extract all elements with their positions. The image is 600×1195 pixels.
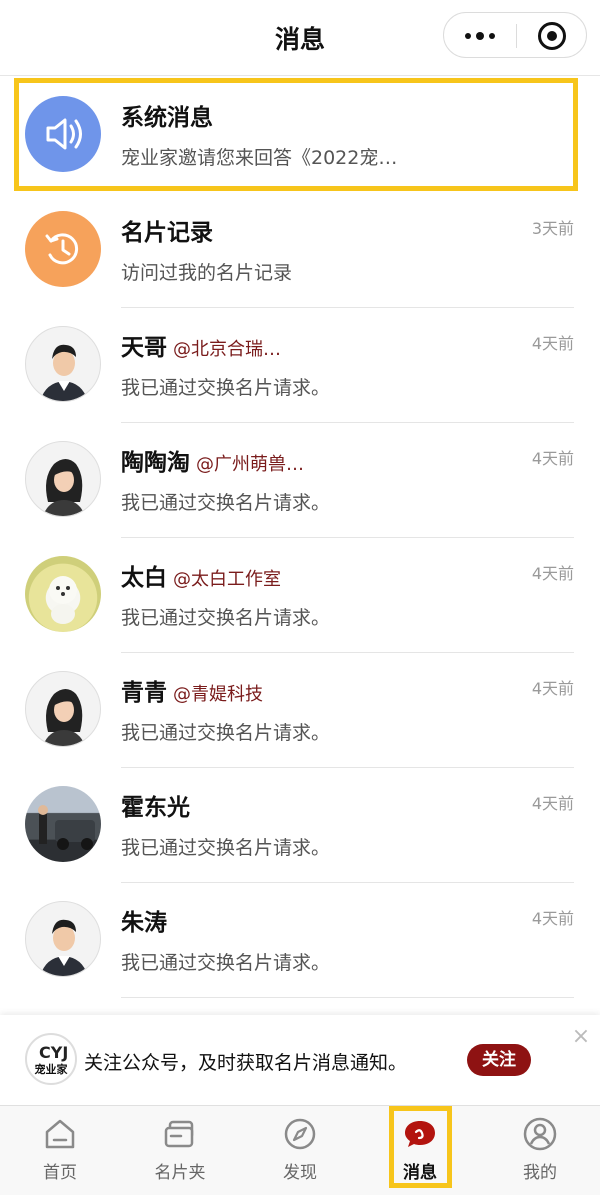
logo-mark: CYJ bbox=[39, 1043, 69, 1062]
message-time: 4天前 bbox=[531, 449, 574, 468]
message-preview: 我已通过交换名片请求。 bbox=[121, 952, 331, 974]
message-preview: 宠业家邀请您来回答《2022宠… bbox=[121, 147, 398, 169]
message-time: 4天前 bbox=[531, 334, 574, 353]
bottom-tab-bar: 首页 名片夹 发现 消息 我的 bbox=[0, 1105, 600, 1195]
man-avatar bbox=[25, 901, 101, 977]
tab-messages[interactable]: 消息 bbox=[360, 1106, 480, 1195]
message-preview: 访问过我的名片记录 bbox=[121, 262, 293, 284]
message-time: 4天前 bbox=[531, 564, 574, 583]
message-row[interactable]: 青青 @青媞科技 我已通过交换名片请求。 4天前 bbox=[0, 653, 600, 768]
dog-photo-avatar bbox=[25, 556, 101, 632]
message-time: 3天前 bbox=[531, 219, 574, 238]
chat-bubble-icon bbox=[405, 1121, 435, 1147]
tab-label: 名片夹 bbox=[154, 1163, 206, 1183]
message-row-system[interactable]: 系统消息 宠业家邀请您来回答《2022宠… bbox=[0, 78, 600, 193]
company-tag: @广州萌兽… bbox=[196, 454, 304, 475]
woman-avatar bbox=[25, 441, 101, 517]
more-dot-icon bbox=[476, 32, 484, 40]
system-avatar bbox=[25, 96, 101, 172]
message-preview: 我已通过交换名片请求。 bbox=[121, 377, 331, 399]
speaker-icon bbox=[46, 118, 82, 150]
compass-icon bbox=[284, 1118, 316, 1150]
man-illustration-icon bbox=[40, 919, 88, 976]
message-name: 朱涛 bbox=[121, 910, 167, 936]
row-divider bbox=[121, 997, 574, 998]
message-preview: 我已通过交换名片请求。 bbox=[121, 492, 331, 514]
tab-label: 消息 bbox=[403, 1163, 437, 1183]
message-preview: 我已通过交换名片请求。 bbox=[121, 607, 331, 629]
message-time: 4天前 bbox=[531, 909, 574, 928]
woman-avatar bbox=[25, 671, 101, 747]
message-name: 系统消息 bbox=[121, 105, 213, 131]
message-preview: 我已通过交换名片请求。 bbox=[121, 837, 331, 859]
follow-button[interactable]: 关注 bbox=[467, 1044, 531, 1076]
capsule-divider bbox=[516, 24, 517, 48]
man-illustration-icon bbox=[40, 344, 88, 401]
car-photo-avatar bbox=[25, 786, 101, 862]
tab-card-holder[interactable]: 名片夹 bbox=[120, 1106, 240, 1195]
company-tag: @北京合瑞… bbox=[173, 339, 281, 360]
tab-label: 首页 bbox=[43, 1163, 77, 1183]
man-avatar bbox=[25, 326, 101, 402]
message-time: 4天前 bbox=[531, 679, 574, 698]
message-name: 名片记录 bbox=[121, 220, 213, 246]
more-options-button[interactable] bbox=[444, 13, 516, 59]
message-row[interactable]: 天哥 @北京合瑞… 我已通过交换名片请求。 4天前 bbox=[0, 308, 600, 423]
message-preview: 我已通过交换名片请求。 bbox=[121, 722, 331, 744]
close-icon[interactable]: × bbox=[570, 1026, 592, 1048]
logo-text: 宠业家 bbox=[34, 1063, 68, 1076]
message-row-card-record[interactable]: 名片记录 访问过我的名片记录 3天前 bbox=[0, 193, 600, 308]
tab-label: 发现 bbox=[283, 1163, 317, 1183]
brand-logo: CYJ 宠业家 bbox=[25, 1033, 77, 1085]
close-miniprogram-icon[interactable] bbox=[538, 22, 566, 50]
tab-profile[interactable]: 我的 bbox=[480, 1106, 600, 1195]
message-name: 青青 @青媞科技 bbox=[121, 680, 263, 706]
message-row[interactable]: 太白 @太白工作室 我已通过交换名片请求。 4天前 bbox=[0, 538, 600, 653]
woman-illustration-icon bbox=[42, 689, 86, 746]
tab-label: 我的 bbox=[523, 1163, 557, 1183]
message-name: 霍东光 bbox=[121, 795, 190, 821]
more-dot-icon bbox=[465, 33, 471, 39]
follow-account-banner: CYJ 宠业家 关注公众号，及时获取名片消息通知。 关注 × bbox=[0, 1015, 600, 1105]
car-icon bbox=[38, 805, 95, 850]
message-name: 天哥 @北京合瑞… bbox=[121, 335, 281, 361]
history-icon bbox=[45, 233, 79, 265]
record-avatar bbox=[25, 211, 101, 287]
message-row[interactable]: 霍东光 我已通过交换名片请求。 4天前 bbox=[0, 768, 600, 883]
profile-icon bbox=[523, 1117, 557, 1151]
top-nav-bar: 消息 bbox=[0, 0, 600, 76]
banner-text: 关注公众号，及时获取名片消息通知。 bbox=[84, 1052, 408, 1074]
message-time: 4天前 bbox=[531, 794, 574, 813]
home-icon bbox=[45, 1119, 75, 1149]
message-name: 太白 @太白工作室 bbox=[121, 565, 281, 591]
woman-illustration-icon bbox=[42, 459, 86, 516]
more-dot-icon bbox=[489, 33, 495, 39]
dog-icon bbox=[49, 576, 77, 624]
message-row[interactable]: 陶陶淘 @广州萌兽… 我已通过交换名片请求。 4天前 bbox=[0, 423, 600, 538]
miniprogram-capsule bbox=[443, 12, 587, 58]
message-name: 陶陶淘 @广州萌兽… bbox=[121, 450, 304, 476]
tab-home[interactable]: 首页 bbox=[0, 1106, 120, 1195]
message-row[interactable]: 朱涛 我已通过交换名片请求。 4天前 bbox=[0, 883, 600, 998]
company-tag: @太白工作室 bbox=[173, 569, 281, 590]
card-holder-icon bbox=[164, 1120, 194, 1148]
company-tag: @青媞科技 bbox=[173, 684, 263, 705]
tab-discover[interactable]: 发现 bbox=[240, 1106, 360, 1195]
